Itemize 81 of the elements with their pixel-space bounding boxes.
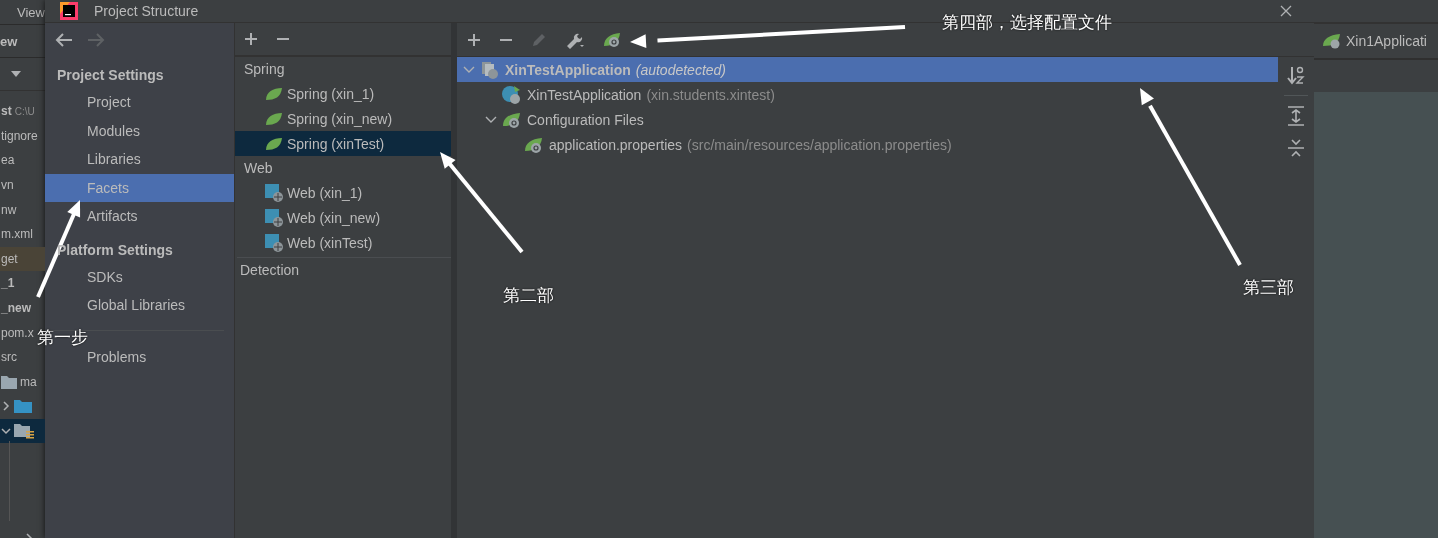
expand-all-icon[interactable] xyxy=(1287,106,1305,126)
tree-item-detail: (src/main/resources/application.properties) xyxy=(687,136,952,153)
leaf-icon xyxy=(265,86,283,101)
collapse-all-icon[interactable] xyxy=(1287,138,1305,158)
tree-row[interactable]: tignore xyxy=(0,123,45,149)
tree-row[interactable]: Configuration Files xyxy=(457,107,1278,132)
window-title: Project Structure xyxy=(94,3,199,19)
tree-item-label: vn xyxy=(1,178,14,193)
package-folder-icon xyxy=(14,423,34,439)
tree-row[interactable]: m.xml xyxy=(0,221,45,247)
tree-item-label: _1 xyxy=(1,276,15,291)
spring-config-icon xyxy=(502,110,522,129)
tree-row[interactable] xyxy=(0,418,45,444)
tree-item-label: pom.x xyxy=(1,325,34,340)
group-heading: Spring xyxy=(243,60,286,79)
tree-row[interactable]: st C:\U xyxy=(0,99,45,124)
tree-item-label: nw xyxy=(1,202,17,217)
stacked-files-icon xyxy=(480,59,500,80)
section-heading: Detection xyxy=(239,261,301,280)
annotation-label: 第四部，选择配置文件 xyxy=(942,12,1112,34)
spring-config-icon[interactable] xyxy=(603,31,621,48)
leaf-icon xyxy=(265,136,283,151)
tree-item-label: src xyxy=(1,350,17,365)
tree-item-detail: (xin.students.xintest) xyxy=(646,86,775,103)
tree-item-label: _new xyxy=(1,301,31,316)
annotation-label: 第三部 xyxy=(1243,277,1294,299)
facet-item[interactable]: Web (xin_new) xyxy=(235,205,451,230)
tree-item-label: ma xyxy=(20,374,37,389)
spring-config-icon xyxy=(524,135,544,154)
path-label: C:\U xyxy=(14,105,35,117)
leaf-icon xyxy=(265,111,283,126)
facet-item[interactable]: Spring (xinTest) xyxy=(235,131,451,156)
sidebar-item[interactable]: Modules xyxy=(45,116,234,145)
annotation-label: 第二部 xyxy=(503,285,554,307)
tree-row[interactable]: ea xyxy=(0,148,45,173)
tree-item-label: ea xyxy=(1,153,15,168)
add-icon[interactable] xyxy=(244,32,258,46)
tree-item-label: get xyxy=(1,251,18,266)
tree-item-detail: (autodetected) xyxy=(635,61,727,78)
tree-row[interactable]: application.properties (src/main/resources/application.properties) xyxy=(457,132,1278,157)
tree-row[interactable]: ma xyxy=(0,369,45,395)
tree-row[interactable]: nw xyxy=(0,197,45,222)
sidebar-item[interactable]: Artifacts xyxy=(45,202,234,231)
facet-item[interactable]: Spring (xin_new) xyxy=(235,106,451,131)
sidebar-item[interactable]: Project xyxy=(45,88,234,117)
close-icon[interactable] xyxy=(1280,5,1292,17)
folder-icon xyxy=(14,399,32,414)
tree-row[interactable]: XinTestApplication (xin.students.xintest) xyxy=(457,82,1278,107)
section-heading: Project Settings xyxy=(56,66,165,85)
tree-row[interactable]: XinTestApplication (autodetected) xyxy=(457,57,1278,82)
web-module-icon xyxy=(265,233,283,252)
sort-alphabetically-icon[interactable] xyxy=(1287,65,1305,85)
sidebar-item[interactable]: SDKs xyxy=(45,262,234,291)
tree-row[interactable]: _new xyxy=(0,295,45,321)
web-module-icon xyxy=(265,208,283,227)
tree-row[interactable]: get xyxy=(0,246,45,272)
sidebar-item[interactable]: Libraries xyxy=(45,145,234,174)
breadcrumb-item[interactable]: ew xyxy=(0,33,18,49)
app-logo-icon xyxy=(60,2,78,20)
back-icon[interactable] xyxy=(55,32,73,47)
folder-icon xyxy=(1,374,17,389)
tree-item-label: st xyxy=(1,104,12,119)
tree-item-label: m.xml xyxy=(1,227,33,242)
group-heading: Web xyxy=(243,159,274,178)
spring-config-icon xyxy=(1322,33,1342,49)
facet-item[interactable]: Spring (xin_1) xyxy=(235,81,451,106)
chevron-icon[interactable] xyxy=(1,426,11,436)
chevron-icon[interactable] xyxy=(485,114,497,125)
chevron-icon[interactable] xyxy=(1,401,11,412)
dropdown-icon[interactable] xyxy=(10,70,22,78)
editor-tab[interactable]: Xin1Applicati xyxy=(1314,24,1438,60)
tree-row[interactable]: vn xyxy=(0,172,45,198)
facet-item[interactable]: Web (xinTest) xyxy=(235,230,451,255)
tree-item-label: tignore xyxy=(1,128,38,143)
sidebar-item[interactable]: Global Libraries xyxy=(45,291,234,320)
web-module-icon xyxy=(265,183,283,202)
facet-item[interactable]: Web (xin_1) xyxy=(235,180,451,205)
menu-item[interactable]: View xyxy=(17,4,45,20)
tree-row[interactable]: _1 xyxy=(0,271,45,296)
add-icon[interactable] xyxy=(467,32,481,47)
spring-class-icon xyxy=(502,84,522,105)
